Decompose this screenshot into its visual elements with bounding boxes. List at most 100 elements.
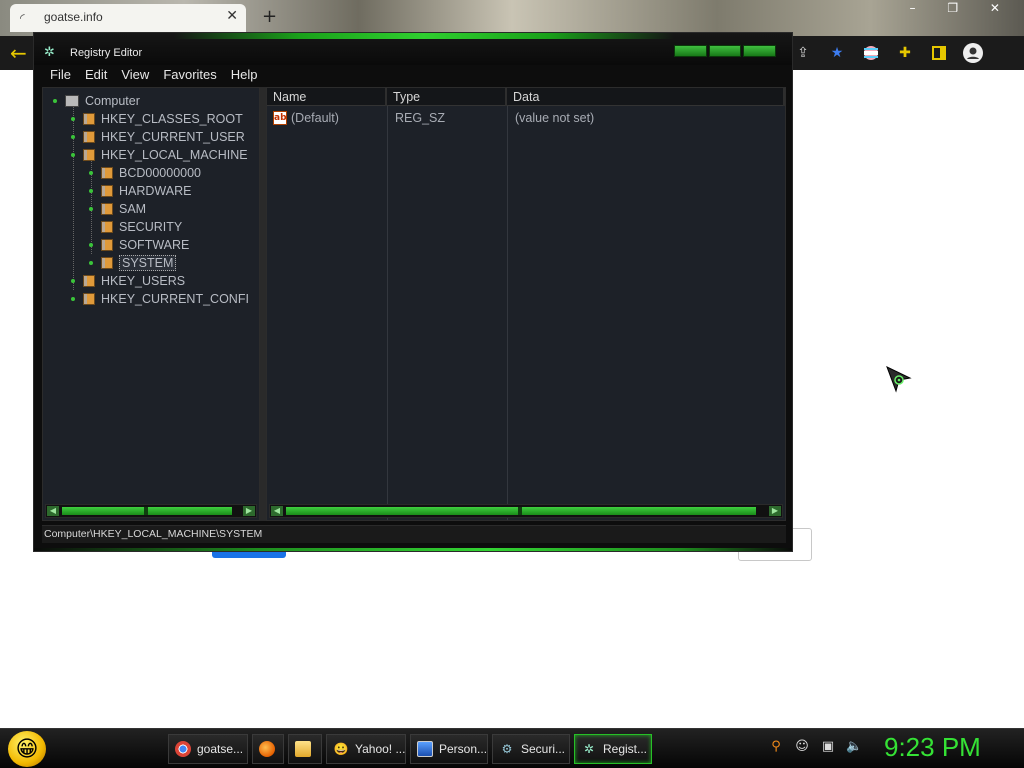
tree-label: HKEY_CURRENT_CONFI xyxy=(101,292,249,306)
minimize-button[interactable] xyxy=(674,45,707,57)
window-control-buttons xyxy=(674,45,777,57)
menu-favorites[interactable]: Favorites xyxy=(163,67,216,85)
tree-expander-icon[interactable] xyxy=(71,117,75,121)
profile-avatar-icon[interactable] xyxy=(962,42,984,64)
value-row[interactable]: ab (Default) REG_SZ (value not set) xyxy=(267,108,785,128)
tree-expander-icon[interactable] xyxy=(89,261,93,265)
tree-expander-icon[interactable] xyxy=(89,243,93,247)
tree-expander-icon[interactable] xyxy=(89,189,93,193)
tree-expander-icon[interactable] xyxy=(71,153,75,157)
browser-tab[interactable]: ◜ goatse.info ✕ xyxy=(10,4,246,32)
tree-expander-icon[interactable] xyxy=(71,135,75,139)
tree-label: SAM xyxy=(119,202,147,216)
scroll-right-arrow-icon[interactable]: ▶ xyxy=(243,506,255,516)
folder-icon xyxy=(101,221,113,233)
taskbar-item-label: goatse... xyxy=(197,742,244,756)
window-controls[interactable]: – ❐ ✕ xyxy=(910,1,1014,15)
menu-file[interactable]: File xyxy=(50,67,71,85)
tree-node-hkcc[interactable]: HKEY_CURRENT_CONFI xyxy=(71,290,249,308)
tree-node-bcd[interactable]: BCD00000000 xyxy=(89,164,201,182)
share-icon[interactable]: ⇪ xyxy=(792,42,814,64)
window-titlebar[interactable]: ✲ Registry Editor xyxy=(34,33,792,65)
scroll-left-arrow-icon[interactable]: ◀ xyxy=(271,506,283,516)
value-data: (value not set) xyxy=(515,111,595,125)
firefox-icon xyxy=(259,741,275,757)
tree-node-hkcr[interactable]: HKEY_CLASSES_ROOT xyxy=(71,110,243,128)
menu-view[interactable]: View xyxy=(121,67,149,85)
network-icon[interactable]: ▣ xyxy=(820,739,836,755)
chat-icon[interactable]: ☺ xyxy=(794,739,810,755)
menu-help[interactable]: Help xyxy=(231,67,258,85)
taskbar-item-chrome[interactable]: goatse... xyxy=(168,734,248,764)
flag-extension-icon[interactable] xyxy=(860,42,882,64)
registry-editor-window: ✲ Registry Editor File Edit View Favorit… xyxy=(33,32,793,552)
tree-node-computer[interactable]: Computer xyxy=(53,92,140,110)
tab-close-icon[interactable]: ✕ xyxy=(226,8,238,24)
taskbar-item-explorer[interactable] xyxy=(288,734,322,764)
taskbar-item-regedit[interactable]: ✲ Regist... xyxy=(574,734,652,764)
key-tree-pane[interactable]: Computer HKEY_CLASSES_ROOT HKEY_CURRENT_… xyxy=(42,87,260,521)
column-divider xyxy=(507,106,508,520)
close-button[interactable] xyxy=(743,45,777,57)
tree-node-hku[interactable]: HKEY_USERS xyxy=(71,272,185,290)
tree-node-sam[interactable]: SAM xyxy=(89,200,146,218)
sidebar-icon[interactable] xyxy=(928,42,950,64)
taskbar-clock[interactable]: 9:23 PM xyxy=(884,732,981,763)
taskbar-item-firefox[interactable] xyxy=(252,734,284,764)
folder-icon xyxy=(83,131,95,143)
tree-label: Computer xyxy=(85,94,140,108)
taskbar-item-yahoo[interactable]: 😀 Yahoo! ... xyxy=(326,734,406,764)
regedit-app-icon: ✲ xyxy=(44,45,55,60)
list-hscrollbar[interactable]: ◀ ▶ xyxy=(269,504,783,518)
tree-node-software[interactable]: SOFTWARE xyxy=(89,236,189,254)
yahoo-smiley-icon: 😀 xyxy=(333,742,349,756)
taskbar-item-security[interactable]: ⚙ Securi... xyxy=(492,734,570,764)
tree-expander-icon[interactable] xyxy=(89,207,93,211)
back-button[interactable]: ← xyxy=(10,41,27,65)
tree-node-system[interactable]: SYSTEM xyxy=(89,254,177,272)
scroll-grip xyxy=(144,507,148,515)
menu-edit[interactable]: Edit xyxy=(85,67,107,85)
column-header-type[interactable]: Type xyxy=(387,88,507,106)
maximize-button[interactable] xyxy=(708,45,742,57)
start-button[interactable]: 😁 xyxy=(8,731,46,767)
monitor-icon xyxy=(417,741,433,757)
folder-icon xyxy=(83,275,95,287)
extensions-puzzle-icon[interactable]: ✚ xyxy=(894,42,916,64)
list-header: Name Type Data xyxy=(267,88,785,106)
tree-expander-icon[interactable] xyxy=(71,279,75,283)
column-header-data[interactable]: Data xyxy=(507,88,785,106)
tree-expander-icon[interactable] xyxy=(71,297,75,301)
tree-label: HARDWARE xyxy=(119,184,192,198)
chrome-icon xyxy=(175,741,191,757)
page-button-edge[interactable] xyxy=(212,552,286,558)
scroll-right-arrow-icon[interactable]: ▶ xyxy=(769,506,781,516)
folder-icon xyxy=(101,167,113,179)
tree-hscrollbar[interactable]: ◀ ▶ xyxy=(45,504,257,518)
tree-node-hkcu[interactable]: HKEY_CURRENT_USER xyxy=(71,128,245,146)
tree-label: HKEY_USERS xyxy=(101,274,186,288)
new-tab-button[interactable]: + xyxy=(262,6,277,27)
tree-node-hardware[interactable]: HARDWARE xyxy=(89,182,191,200)
tree-label: HKEY_CURRENT_USER xyxy=(101,130,245,144)
tree-node-security[interactable]: SECURITY xyxy=(101,218,182,236)
volume-icon[interactable]: 🔈 xyxy=(846,739,862,755)
regedit-icon: ✲ xyxy=(583,742,595,756)
tree-node-hklm[interactable]: HKEY_LOCAL_MACHINE xyxy=(71,146,248,164)
column-header-name[interactable]: Name xyxy=(267,88,387,106)
taskbar-item-label: Person... xyxy=(439,742,488,756)
bookmark-star-icon[interactable]: ★ xyxy=(826,42,848,64)
tree-label: SECURITY xyxy=(119,220,183,234)
scroll-left-arrow-icon[interactable]: ◀ xyxy=(47,506,59,516)
tree-label: SOFTWARE xyxy=(119,238,190,252)
search-icon[interactable]: ⚲ xyxy=(768,739,784,755)
folder-icon xyxy=(101,239,113,251)
tree-expander-icon[interactable] xyxy=(53,99,57,103)
mouse-cursor-icon xyxy=(884,364,914,394)
values-list-pane[interactable]: Name Type Data ab (Default) REG_SZ (valu… xyxy=(266,87,786,521)
taskbar-item-personalize[interactable]: Person... xyxy=(410,734,488,764)
status-bar-path: Computer\HKEY_LOCAL_MACHINE\SYSTEM xyxy=(42,525,786,543)
tree-expander-icon[interactable] xyxy=(89,171,93,175)
folder-icon xyxy=(83,293,95,305)
value-name: (Default) xyxy=(291,111,339,125)
